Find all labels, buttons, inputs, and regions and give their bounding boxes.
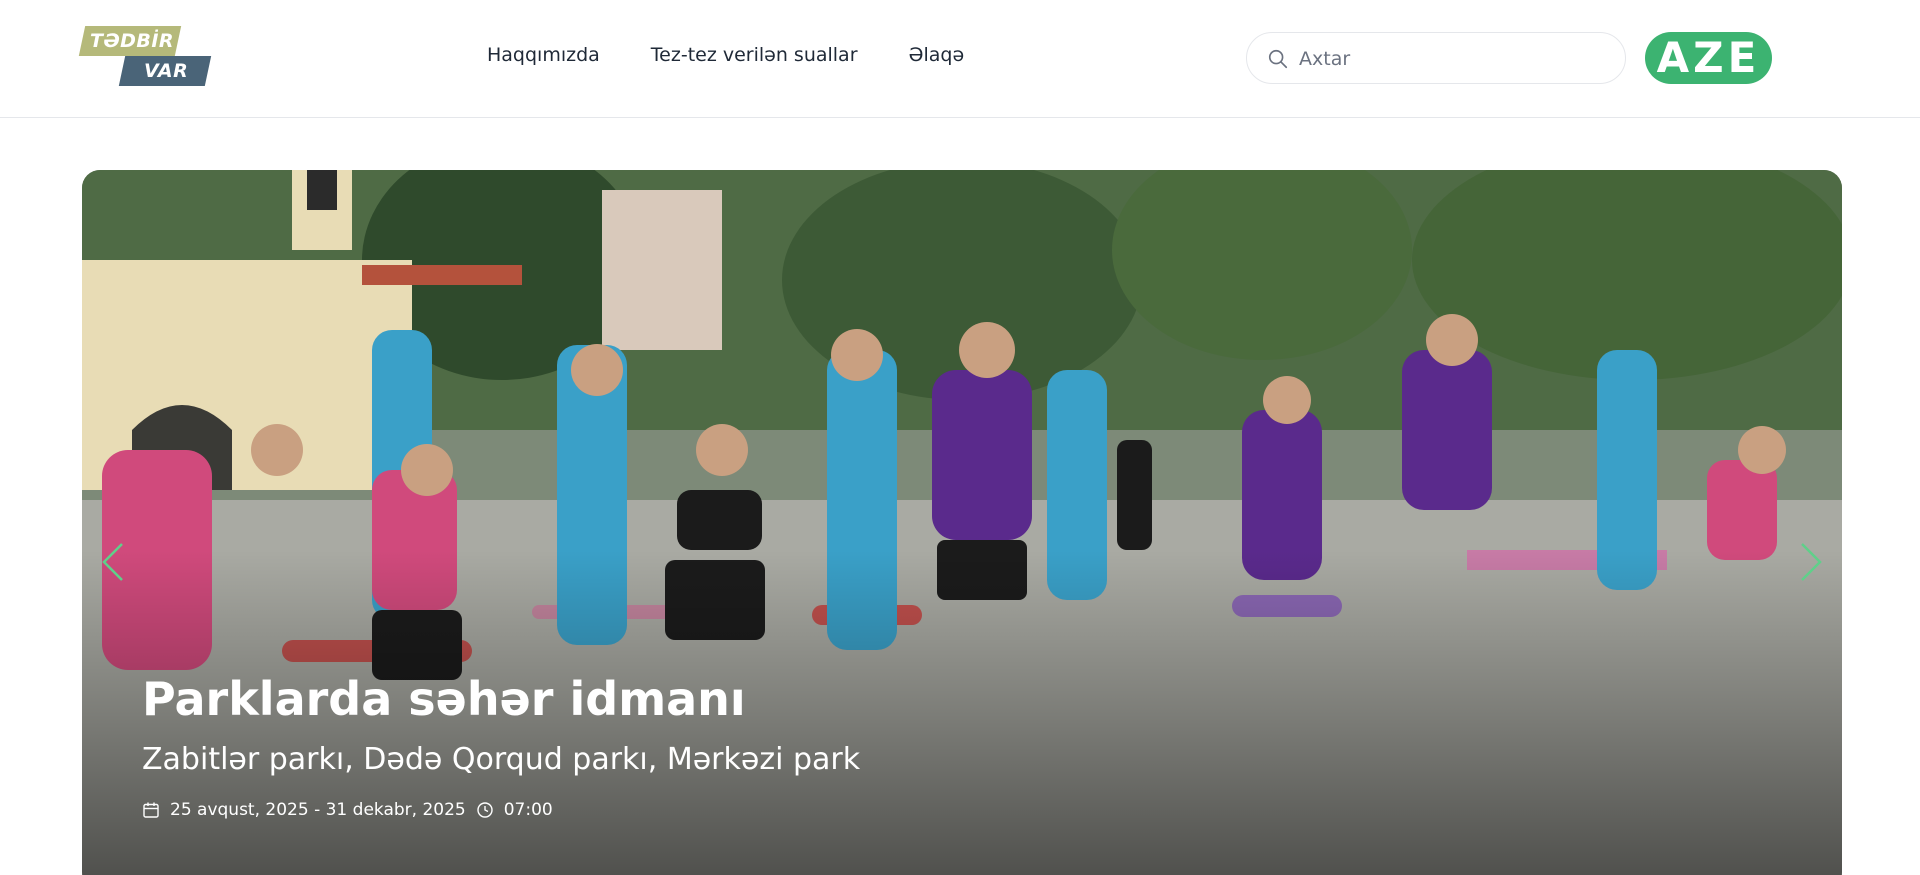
logo-bottom-block: VAR	[118, 56, 212, 86]
logo-top-block: TƏDBİR	[78, 26, 182, 56]
event-dates: 25 avqust, 2025 - 31 dekabr, 2025	[170, 800, 466, 820]
event-title[interactable]: Parklarda səhər idmanı	[142, 672, 746, 726]
nav-link-faq[interactable]: Tez-tez verilən suallar	[651, 44, 858, 66]
nav-link-contact[interactable]: Əlaqə	[909, 44, 965, 66]
chevron-right-icon[interactable]	[1794, 540, 1828, 584]
calendar-icon	[143, 802, 159, 818]
logo-top-text: TƏDBİR	[90, 30, 175, 52]
hero-slider: Parklarda səhər idmanı Zabitlər parkı, D…	[82, 170, 1842, 875]
main-nav: Haqqımızda Tez-tez verilən suallar Əlaqə	[487, 44, 964, 66]
clock-icon	[477, 802, 493, 818]
event-time: 07:00	[503, 800, 553, 820]
search-box	[1246, 32, 1626, 84]
site-logo[interactable]: TƏDBİR VAR	[78, 26, 212, 90]
logo-bottom-text: VAR	[144, 60, 189, 82]
event-location: Zabitlər parkı, Dədə Qorqud parkı, Mərkə…	[142, 742, 861, 777]
event-meta: 25 avqust, 2025 - 31 dekabr, 2025 07:00	[142, 800, 553, 820]
site-header: TƏDBİR VAR Haqqımızda Tez-tez verilən su…	[0, 0, 1920, 118]
language-switcher-button[interactable]: AZE	[1645, 32, 1772, 84]
chevron-left-icon[interactable]	[96, 540, 130, 584]
nav-link-about[interactable]: Haqqımızda	[487, 44, 600, 66]
search-input[interactable]	[1299, 41, 1609, 77]
search-icon	[1268, 49, 1288, 69]
